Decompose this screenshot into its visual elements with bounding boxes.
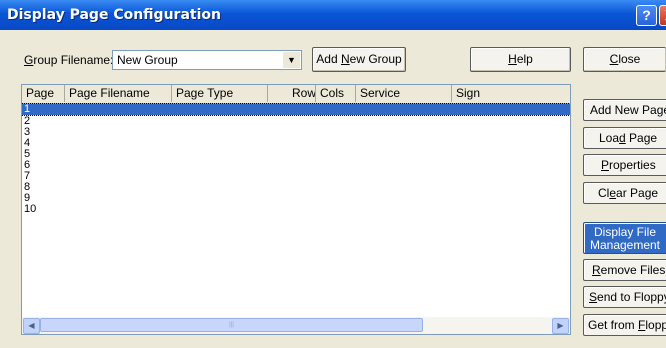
table-row[interactable]: 3: [22, 127, 570, 138]
table-row[interactable]: 2: [22, 116, 570, 127]
title-bar: Display Page Configuration ? X: [0, 0, 666, 30]
table-row[interactable]: 5: [22, 149, 570, 160]
column-header-page-filename[interactable]: Page Filename: [65, 85, 172, 102]
add-new-page-button[interactable]: Add New Page: [583, 99, 666, 121]
close-button[interactable]: Close: [583, 47, 666, 72]
clear-text-1: Cl: [598, 186, 610, 200]
titlebar-help-button[interactable]: ?: [636, 5, 657, 26]
group-filename-value: New Group: [117, 53, 178, 67]
get-from-floppy-button[interactable]: Get from Floppy: [583, 314, 666, 336]
get-text-1: Get from: [588, 318, 639, 332]
add-group-text-2: ew Group: [349, 52, 402, 66]
properties-button[interactable]: Properties: [583, 154, 666, 176]
load-text-2: Page: [625, 131, 658, 145]
remove-mnemonic: R: [592, 263, 601, 277]
scroll-right-icon[interactable]: ▶: [552, 318, 569, 334]
display-file-management-button[interactable]: Display File Management: [583, 222, 666, 254]
help-mnemonic: H: [508, 52, 517, 66]
properties-text: roperties: [609, 158, 656, 172]
add-new-group-button[interactable]: Add New Group: [312, 47, 406, 72]
table-row[interactable]: 4: [22, 138, 570, 149]
load-mnemonic: d: [619, 131, 626, 145]
clear-page-button[interactable]: Clear Page: [583, 182, 666, 204]
column-header-cols[interactable]: Cols: [316, 85, 356, 102]
list-header: Page Page Filename Page Type Rows Cols S…: [22, 85, 570, 104]
group-label-rest: roup Filename:: [33, 53, 114, 67]
send-mnemonic: S: [589, 290, 598, 304]
chevron-down-icon[interactable]: ▼: [282, 52, 300, 68]
column-header-rows[interactable]: Rows: [268, 85, 316, 102]
properties-mnemonic: P: [601, 158, 610, 172]
group-filename-combo[interactable]: New Group ▼: [112, 50, 302, 70]
column-header-page[interactable]: Page: [22, 85, 65, 102]
add-group-mnemonic: N: [340, 52, 350, 66]
dfm-line-2: Management: [589, 238, 661, 252]
column-header-sign[interactable]: Sign: [452, 85, 570, 102]
group-label-mnemonic: G: [24, 53, 34, 67]
table-row[interactable]: 10: [22, 204, 570, 215]
send-to-floppy-button[interactable]: Send to Floppy: [583, 286, 666, 308]
pages-list[interactable]: Page Page Filename Page Type Rows Cols S…: [21, 84, 571, 335]
dfm-line-1: Display File: [593, 225, 656, 239]
horizontal-scrollbar[interactable]: ◀ ||| ▶: [22, 317, 570, 334]
column-header-service[interactable]: Service: [356, 85, 452, 102]
help-button[interactable]: Help: [470, 47, 571, 72]
send-text: end to Floppy: [597, 290, 666, 304]
close-text: lose: [618, 52, 641, 66]
table-row[interactable]: 7: [22, 171, 570, 182]
table-row[interactable]: 8: [22, 182, 570, 193]
scroll-left-icon[interactable]: ◀: [23, 318, 40, 334]
window-title: Display Page Configuration: [7, 7, 221, 23]
titlebar-close-button[interactable]: X: [659, 5, 666, 26]
table-row[interactable]: 1: [22, 103, 570, 116]
load-page-button[interactable]: Load Page: [583, 127, 666, 149]
clear-text-2: ar Page: [616, 186, 659, 200]
get-text-2: loppy: [645, 318, 666, 332]
table-row[interactable]: 9: [22, 193, 570, 204]
remove-text: emove Files: [600, 263, 666, 277]
column-header-page-type[interactable]: Page Type: [172, 85, 268, 102]
add-group-text-1: Add: [316, 52, 341, 66]
help-text: elp: [516, 52, 533, 66]
load-text-1: Loa: [599, 131, 620, 145]
table-row[interactable]: 6: [22, 160, 570, 171]
remove-files-button[interactable]: Remove Files: [583, 259, 666, 281]
group-filename-label: Group Filename:: [24, 53, 113, 67]
scroll-thumb[interactable]: |||: [40, 318, 423, 332]
